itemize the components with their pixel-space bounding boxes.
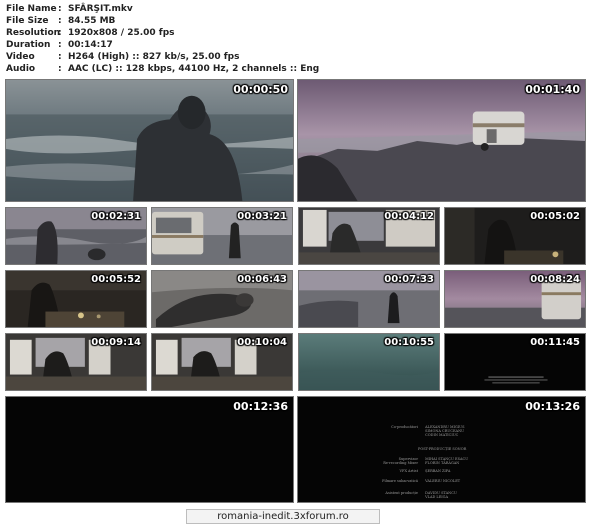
info-value: AAC (LC) :: 128 kbps, 44100 Hz, 2 channe… (68, 64, 320, 74)
thumbnail-frame[interactable]: 00:02:31 (5, 207, 147, 265)
timestamp-label: 00:01:40 (525, 83, 580, 96)
info-label: Resolution (6, 28, 61, 38)
timestamp-label: 00:08:24 (530, 274, 580, 285)
thumbnail-frame[interactable]: 00:08:24 (444, 270, 586, 328)
timestamp-label: 00:09:14 (91, 337, 141, 348)
credit-role: Co-producători (391, 425, 418, 429)
info-label: Audio (6, 64, 36, 74)
timestamp-label: 00:07:33 (384, 274, 434, 285)
info-separator: : (58, 4, 62, 14)
info-row-video: Video: H264 (High) :: 827 kb/s, 25.00 fps (6, 51, 319, 63)
timestamp-label: 00:06:43 (237, 274, 287, 285)
thumbnail-frame[interactable]: 00:04:12 (298, 207, 440, 265)
watermark-link[interactable]: romania-inedit.3xforum.ro (186, 509, 380, 524)
info-row-file-size: File Size:84.55 MB (6, 15, 319, 27)
info-label: Duration (6, 40, 51, 50)
info-row-audio: Audio: AAC (LC) :: 128 kbps, 44100 Hz, 2 … (6, 63, 319, 75)
credit-row: Supervizor Re-recording Mixer MIHAI STAN… (358, 457, 558, 465)
info-value: 1920x808 / 25.00 fps (68, 28, 175, 38)
credit-role: Asistent producție (385, 491, 418, 495)
info-row-file-name: File Name: SFÂRŞIT.mkv (6, 3, 319, 15)
credit-row: POST-PRODUCȚIE SONOR (364, 447, 564, 451)
thumbnail-frame[interactable]: 00:10:55 (298, 333, 440, 391)
info-label: File Size (6, 16, 49, 26)
info-value: 84.55 MB (68, 16, 116, 26)
thumbnail-frame[interactable]: 00:10:04 (151, 333, 293, 391)
credit-role: VFX Artist (399, 469, 419, 473)
info-value: SFÂRŞIT.mkv (68, 4, 133, 14)
thumbnail-frame[interactable]: 00:11:45 (444, 333, 586, 391)
info-separator: : (58, 40, 62, 50)
credit-row: VFX Artist ȘERBAN ZIPA (358, 469, 558, 473)
timestamp-label: 00:03:21 (237, 211, 287, 222)
info-value: H264 (High) :: 827 kb/s, 25.00 fps (68, 52, 240, 62)
credit-names: POST-PRODUCȚIE SONOR (418, 447, 467, 451)
info-label: Video (6, 52, 35, 62)
thumbnail-frame[interactable]: 00:00:50 (5, 79, 294, 202)
credit-role: Filmare subacvatică (382, 479, 418, 483)
thumbnail-frame[interactable]: 00:03:21 (151, 207, 293, 265)
file-info-panel: File Name: SFÂRŞIT.mkv File Size:84.55 MB… (6, 3, 319, 75)
info-separator: : (58, 64, 62, 74)
thumbnail-frame[interactable]: 00:09:14 (5, 333, 147, 391)
info-row-duration: Duration:00:14:17 (6, 39, 319, 51)
credit-names: MIHAI STANCU ESACU FLORIN TĂRĂGAN (425, 457, 469, 465)
thumbnail-frame[interactable]: 00:01:40 (297, 79, 586, 202)
info-label: File Name (6, 4, 57, 14)
thumbnail-frame[interactable]: Co-producători ALEXANDRU MIGIUS SIMONA C… (297, 396, 586, 503)
info-row-resolution: Resolution: 1920x808 / 25.00 fps (6, 27, 319, 39)
credit-row: Co-producători ALEXANDRU MIGIUS SIMONA C… (358, 425, 558, 437)
timestamp-label: 00:05:02 (530, 211, 580, 222)
scene-man-at-sea (6, 80, 293, 201)
info-separator: : (58, 28, 62, 38)
credit-names: ALEXANDRU MIGIUS SIMONA CRUCEANU CODIN M… (425, 425, 465, 437)
thumbnail-frame[interactable]: 00:12:36 (5, 396, 294, 503)
credit-names: ȘERBAN ZIPA (425, 469, 451, 473)
timestamp-label: 00:02:31 (91, 211, 141, 222)
scene-caravan-on-rocks (298, 80, 585, 201)
timestamp-label: 00:04:12 (384, 211, 434, 222)
timestamp-label: 00:11:45 (530, 337, 580, 348)
timestamp-label: 00:10:55 (384, 337, 434, 348)
info-separator: : (58, 52, 62, 62)
thumbnail-frame[interactable]: 00:05:02 (444, 207, 586, 265)
credit-names: DAVIDU STANCU VLAD LEIGA (425, 491, 457, 499)
credit-role: Supervizor Re-recording Mixer (383, 457, 418, 465)
credit-row: Filmare subacvatică VALERIU NICOLET (358, 479, 558, 483)
credit-row: Asistent producție DAVIDU STANCU VLAD LE… (358, 491, 558, 499)
thumbnail-frame[interactable]: 00:07:33 (298, 270, 440, 328)
thumbnail-frame[interactable]: 00:05:52 (5, 270, 147, 328)
timestamp-label: 00:12:36 (233, 400, 288, 413)
timestamp-label: 00:13:26 (525, 400, 580, 413)
timestamp-label: 00:00:50 (233, 83, 288, 96)
info-value: 00:14:17 (68, 40, 113, 50)
info-separator: : (58, 16, 62, 26)
timestamp-label: 00:10:04 (237, 337, 287, 348)
timestamp-label: 00:05:52 (91, 274, 141, 285)
thumbnail-frame[interactable]: 00:06:43 (151, 270, 293, 328)
credit-names: VALERIU NICOLET (425, 479, 461, 483)
